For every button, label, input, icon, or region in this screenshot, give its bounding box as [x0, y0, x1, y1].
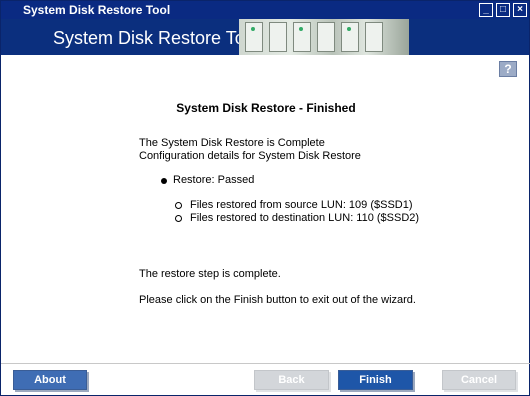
restore-complete-text: The restore step is complete.	[139, 268, 281, 280]
maximize-button[interactable]: □	[496, 3, 510, 17]
source-lun-detail: Files restored from source LUN: 109 ($SS…	[190, 199, 413, 211]
complete-message: The System Disk Restore is Complete	[139, 137, 325, 149]
close-icon: ×	[517, 4, 523, 15]
footer-divider	[1, 363, 530, 364]
bullet-icon	[161, 178, 167, 184]
header-banner: System Disk Restore Tool	[1, 19, 529, 55]
back-button[interactable]: Back	[254, 370, 329, 390]
cancel-button[interactable]: Cancel	[442, 370, 516, 390]
circle-bullet-icon	[175, 215, 182, 222]
page-heading: System Disk Restore - Finished	[176, 101, 356, 115]
finish-instruction: Please click on the Finish button to exi…	[139, 294, 416, 306]
finish-button[interactable]: Finish	[338, 370, 413, 390]
help-button[interactable]: ?	[499, 61, 517, 77]
hardware-image	[239, 19, 409, 55]
title-bar[interactable]: System Disk Restore Tool _ □ ×	[1, 1, 529, 19]
help-icon: ?	[504, 62, 512, 76]
banner-title: System Disk Restore Tool	[53, 28, 259, 48]
about-button[interactable]: About	[13, 370, 87, 390]
circle-bullet-icon	[175, 202, 182, 209]
minimize-button[interactable]: _	[479, 3, 493, 17]
restore-status: Restore: Passed	[173, 174, 255, 186]
destination-lun-detail: Files restored to destination LUN: 110 (…	[190, 212, 420, 224]
wizard-window: System Disk Restore Tool _ □ × System Di…	[0, 0, 530, 396]
close-button[interactable]: ×	[513, 3, 527, 17]
config-details-label: Configuration details for System Disk Re…	[139, 150, 361, 162]
maximize-icon: □	[499, 4, 507, 15]
minimize-icon: _	[483, 4, 489, 15]
window-title: System Disk Restore Tool	[23, 3, 171, 17]
